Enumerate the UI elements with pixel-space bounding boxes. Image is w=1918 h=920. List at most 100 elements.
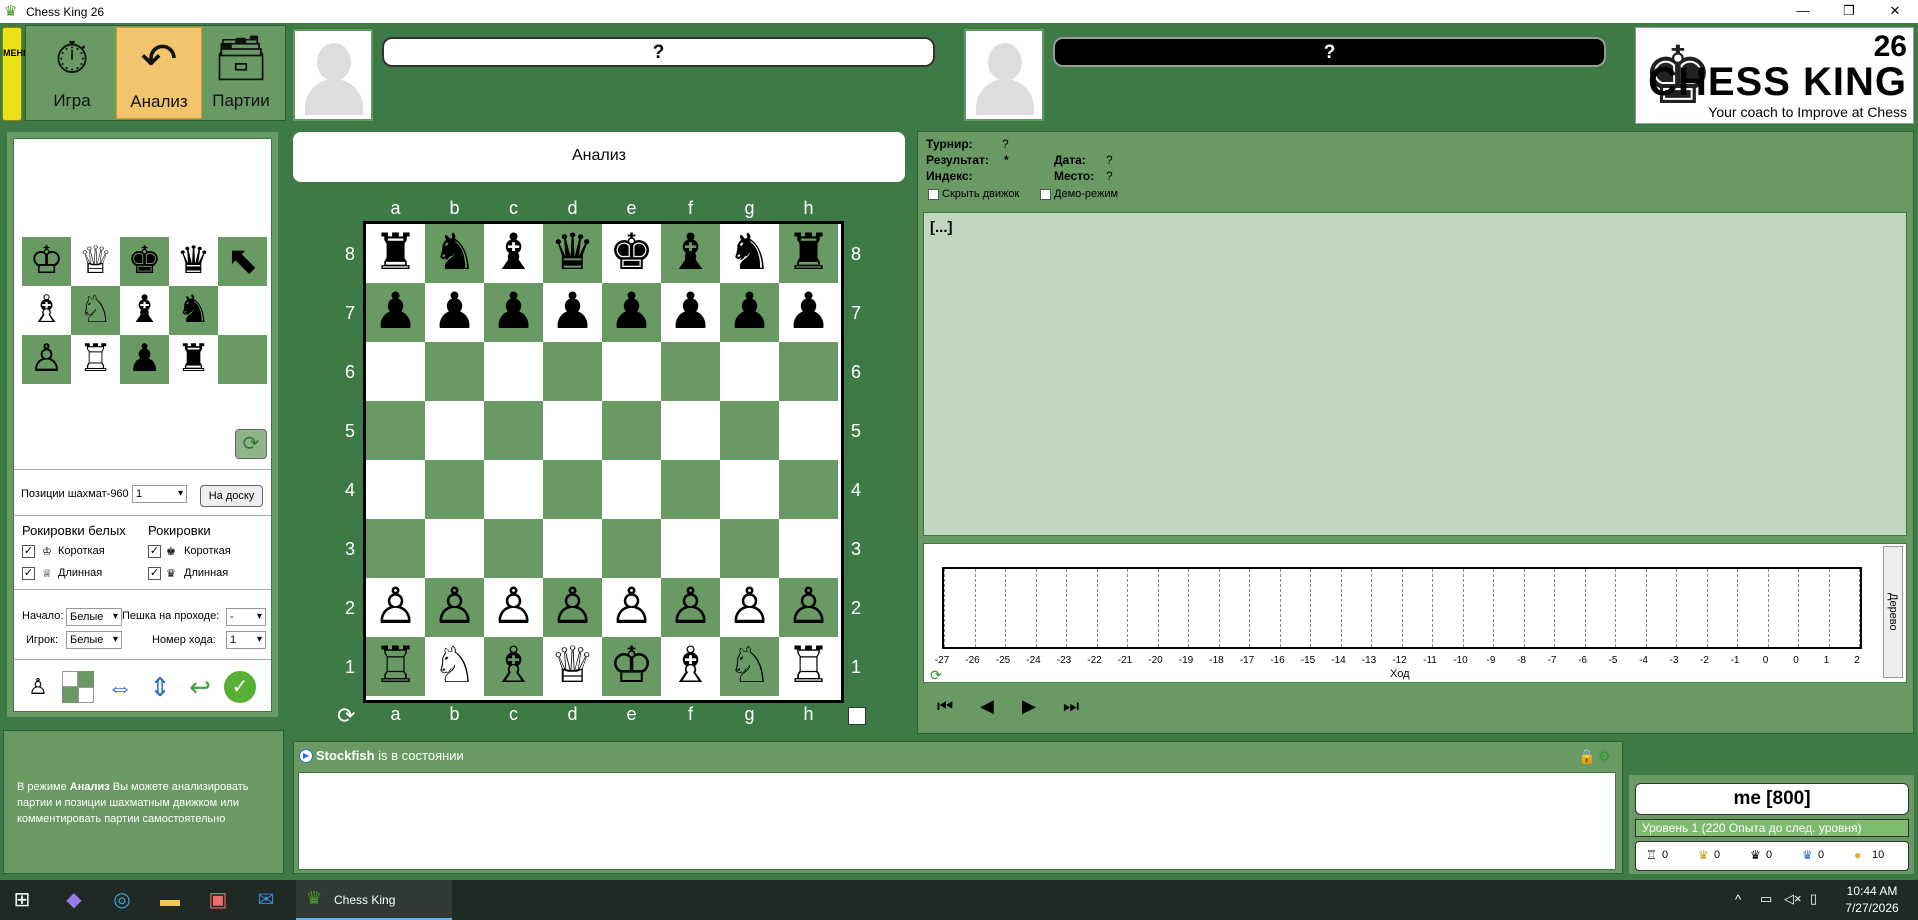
square-d7[interactable]: ♟ xyxy=(543,283,602,342)
square-a2[interactable]: ♙ xyxy=(366,578,425,637)
square-a4[interactable] xyxy=(366,460,425,519)
square-b7[interactable]: ♟ xyxy=(425,283,484,342)
square-d5[interactable] xyxy=(543,401,602,460)
square-c3[interactable] xyxy=(484,519,543,578)
notation-area[interactable]: [...] xyxy=(923,212,1907,536)
square-e5[interactable] xyxy=(602,401,661,460)
square-d2[interactable]: ♙ xyxy=(543,578,602,637)
square-a8[interactable]: ♜ xyxy=(366,224,425,283)
undo-icon[interactable]: ↩ xyxy=(184,671,216,703)
palette-piece[interactable]: ♝ xyxy=(120,286,169,335)
battery-icon[interactable]: ▯ xyxy=(1810,891,1817,907)
square-b6[interactable] xyxy=(425,342,484,401)
graph-refresh-icon[interactable]: ⟳ xyxy=(930,667,942,684)
square-d1[interactable]: ♕ xyxy=(543,637,602,696)
square-b8[interactable]: ♞ xyxy=(425,224,484,283)
hide-engine-checkbox[interactable] xyxy=(928,189,939,200)
square-f8[interactable]: ♝ xyxy=(661,224,720,283)
square-f5[interactable] xyxy=(661,401,720,460)
square-g3[interactable] xyxy=(720,519,779,578)
square-a1[interactable]: ♖ xyxy=(366,637,425,696)
network-icon[interactable]: ▭ xyxy=(1760,891,1772,907)
square-h1[interactable]: ♖ xyxy=(779,637,838,696)
palette-piece[interactable]: ♘ xyxy=(71,286,120,335)
to-board-button[interactable]: На доску xyxy=(200,485,263,507)
square-b5[interactable] xyxy=(425,401,484,460)
square-h8[interactable]: ♜ xyxy=(779,224,838,283)
square-e4[interactable] xyxy=(602,460,661,519)
square-e3[interactable] xyxy=(602,519,661,578)
square-f1[interactable]: ♗ xyxy=(661,637,720,696)
square-h6[interactable] xyxy=(779,342,838,401)
clear-board-icon[interactable] xyxy=(62,671,94,703)
square-g6[interactable] xyxy=(720,342,779,401)
square-g7[interactable]: ♟ xyxy=(720,283,779,342)
square-f6[interactable] xyxy=(661,342,720,401)
start-select[interactable]: Белые xyxy=(66,608,122,626)
castle-black-long-check[interactable]: ✓ xyxy=(148,567,161,580)
volume-icon[interactable]: ◁× xyxy=(1784,891,1802,907)
palette-piece[interactable] xyxy=(218,335,267,384)
castle-black-short-check[interactable]: ✓ xyxy=(148,545,161,558)
square-h3[interactable] xyxy=(779,519,838,578)
lock-icon[interactable]: 🔒 xyxy=(1578,748,1595,765)
evaluation-graph[interactable] xyxy=(942,567,1862,649)
close-button[interactable]: ✕ xyxy=(1872,0,1918,23)
flip-horizontal-icon[interactable]: ⇔ xyxy=(104,671,136,703)
square-c4[interactable] xyxy=(484,460,543,519)
first-move-icon[interactable]: ⏮ xyxy=(937,696,953,717)
square-c1[interactable]: ♗ xyxy=(484,637,543,696)
engine-play-icon[interactable]: ▶ xyxy=(299,749,313,763)
mode-analysis-button[interactable]: ↶ Анализ xyxy=(116,27,202,119)
rotate-board-icon[interactable]: ⟳ xyxy=(337,703,355,729)
square-a6[interactable] xyxy=(366,342,425,401)
minimize-button[interactable]: — xyxy=(1780,0,1826,23)
square-d6[interactable] xyxy=(543,342,602,401)
square-a3[interactable] xyxy=(366,519,425,578)
tree-tab[interactable]: Дерево xyxy=(1883,546,1903,678)
square-c2[interactable]: ♙ xyxy=(484,578,543,637)
square-g4[interactable] xyxy=(720,460,779,519)
demo-mode-checkbox[interactable] xyxy=(1040,189,1051,200)
confirm-icon[interactable]: ✓ xyxy=(224,671,256,703)
square-d3[interactable] xyxy=(543,519,602,578)
refresh-icon[interactable]: ⟳ xyxy=(235,429,267,459)
taskbar-chess-king[interactable]: ♛ Chess King xyxy=(296,880,452,920)
move-number-input[interactable]: 1 xyxy=(226,631,266,649)
file-explorer-icon[interactable]: ▬ xyxy=(158,888,182,912)
palette-piece[interactable]: ♚ xyxy=(120,237,169,286)
chess-board[interactable]: ♜ ♞ ♝ ♛ ♚ ♝ ♞ ♜ ♟ ♟ ♟ ♟ ♟ ♟ ♟ ♟ ♙ ♙ ♙ ♙ ♙ ♙ ♙ ♙ ♖ ♘ ♗ ♕ ♔ ♗ ♘ ♖ xyxy=(363,221,844,703)
square-h4[interactable] xyxy=(779,460,838,519)
engine-settings-icon[interactable]: ⚙ xyxy=(1598,748,1611,765)
square-e1[interactable]: ♔ xyxy=(602,637,661,696)
palette-piece[interactable]: ♞ xyxy=(169,286,218,335)
square-g8[interactable]: ♞ xyxy=(720,224,779,283)
palette-piece[interactable]: ♟ xyxy=(120,335,169,384)
square-e2[interactable]: ♙ xyxy=(602,578,661,637)
palette-piece[interactable]: ♔ xyxy=(22,237,71,286)
square-g2[interactable]: ♙ xyxy=(720,578,779,637)
prev-move-icon[interactable]: ◀ xyxy=(980,696,994,717)
square-c6[interactable] xyxy=(484,342,543,401)
edge-icon[interactable]: ◎ xyxy=(110,888,134,912)
player-select[interactable]: Белые xyxy=(66,631,122,649)
castle-white-long-check[interactable]: ✓ xyxy=(22,567,35,580)
square-f4[interactable] xyxy=(661,460,720,519)
square-a5[interactable] xyxy=(366,401,425,460)
square-b1[interactable]: ♘ xyxy=(425,637,484,696)
maximize-button[interactable]: ❐ xyxy=(1826,0,1872,23)
square-f2[interactable]: ♙ xyxy=(661,578,720,637)
square-f3[interactable] xyxy=(661,519,720,578)
menu-tab[interactable]: МЕНЮ xyxy=(2,27,32,121)
square-e6[interactable] xyxy=(602,342,661,401)
store-icon[interactable]: ▣ xyxy=(206,888,230,912)
last-move-icon[interactable]: ⏭ xyxy=(1063,696,1079,717)
palette-piece[interactable]: ♕ xyxy=(71,237,120,286)
square-h5[interactable] xyxy=(779,401,838,460)
palette-piece[interactable]: ♜ xyxy=(169,335,218,384)
windows-start-icon[interactable]: ⊞ xyxy=(10,888,34,912)
palette-piece[interactable]: ♙ xyxy=(22,335,71,384)
mode-games-button[interactable]: 🗃 Партии xyxy=(198,27,284,119)
square-d8[interactable]: ♛ xyxy=(543,224,602,283)
square-h7[interactable]: ♟ xyxy=(779,283,838,342)
